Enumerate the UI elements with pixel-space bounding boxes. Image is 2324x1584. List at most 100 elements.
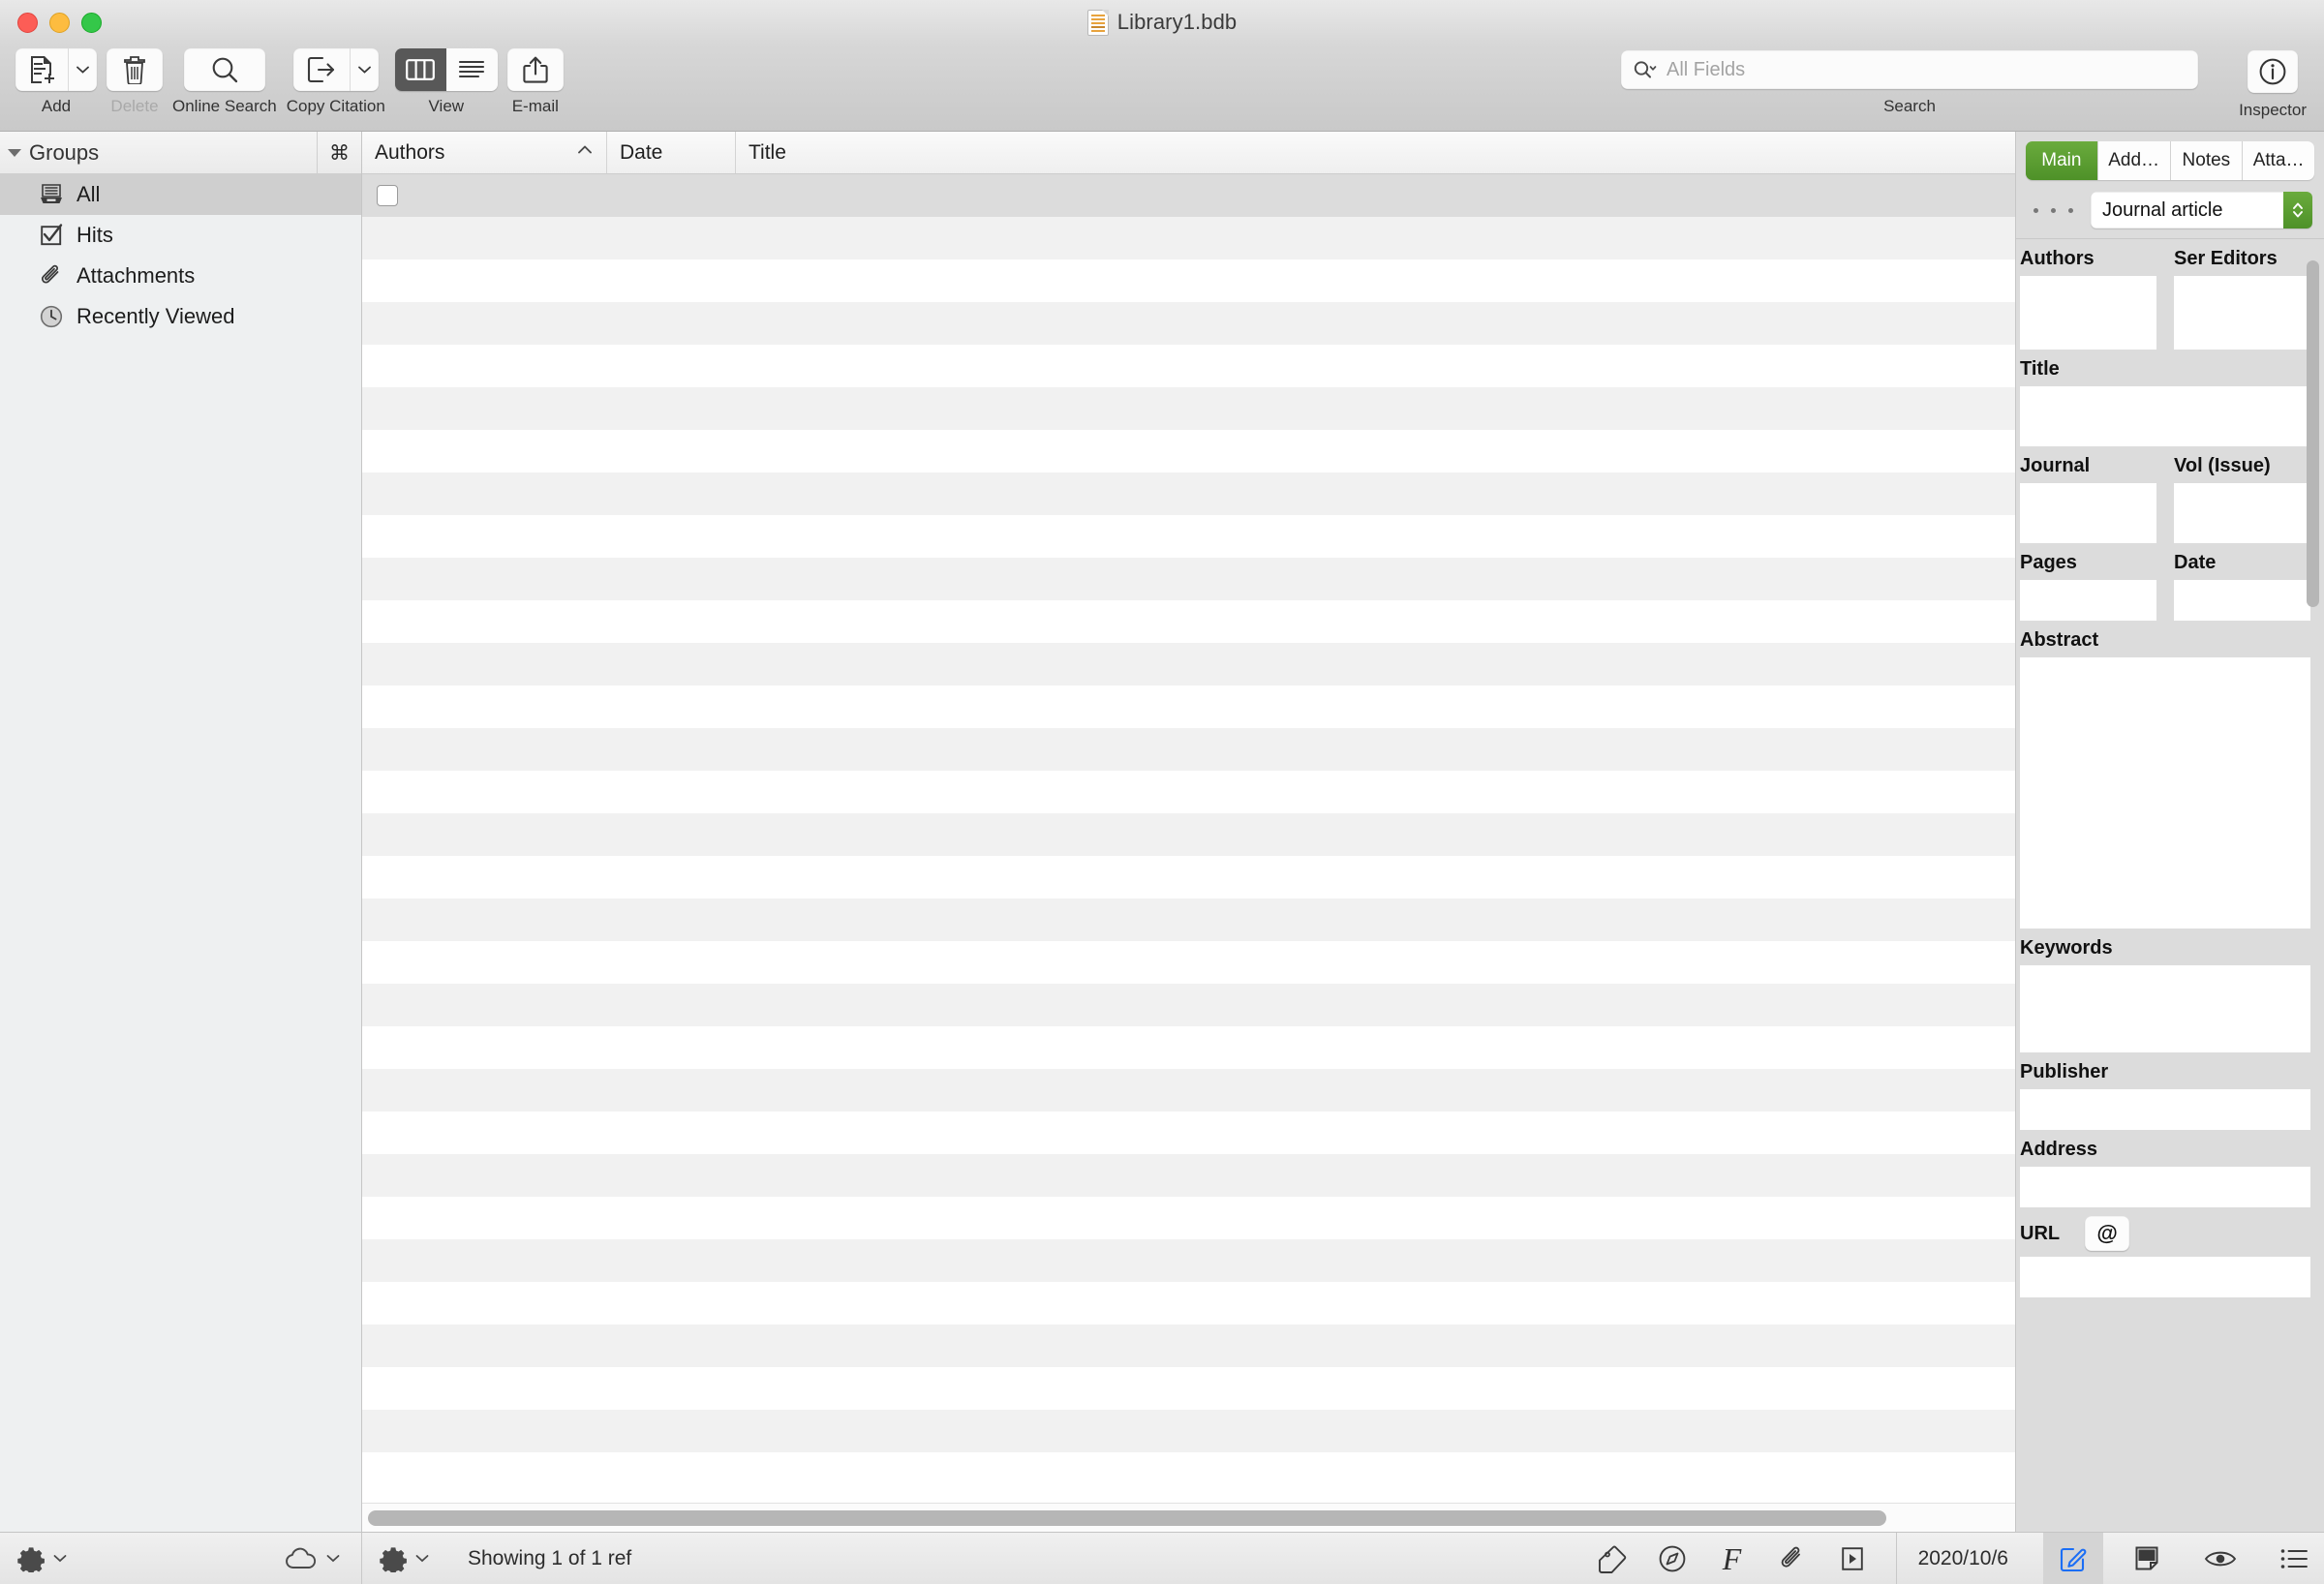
export-arrow-icon[interactable]	[293, 48, 350, 91]
minimize-button[interactable]	[49, 12, 70, 33]
delete-button[interactable]	[107, 48, 163, 91]
add-document-icon[interactable]	[15, 48, 68, 91]
view-list-icon[interactable]	[445, 48, 498, 91]
table-row-empty	[362, 345, 2015, 387]
gear-icon[interactable]	[17, 1545, 45, 1572]
font-f-icon[interactable]: F	[1702, 1533, 1762, 1584]
field-input-date[interactable]	[2174, 580, 2310, 621]
field-input-abstract[interactable]	[2020, 657, 2310, 929]
tab-attachments[interactable]: Atta…	[2243, 141, 2314, 180]
sidebar-item-attachments[interactable]: Attachments	[0, 256, 361, 296]
command-key-icon[interactable]: ⌘	[317, 132, 361, 174]
status-bar: Showing 1 of 1 ref F 2020/10/6	[0, 1532, 2324, 1584]
field-input-journal[interactable]	[2020, 483, 2156, 543]
table-row-empty	[362, 558, 2015, 600]
chevron-down-icon[interactable]	[326, 1554, 340, 1563]
field-label: URL	[2020, 1222, 2061, 1244]
tab-main[interactable]: Main	[2026, 141, 2098, 180]
field-url-header: URL @	[2020, 1207, 2310, 1257]
inspector-panel: Main Add… Notes Atta… Journal article Au…	[2016, 132, 2324, 1532]
sidebar-item-hits[interactable]: Hits	[0, 215, 361, 256]
play-box-icon[interactable]	[1822, 1533, 1882, 1584]
table-row-empty	[362, 643, 2015, 685]
library-all-icon	[39, 182, 64, 207]
table-horizontal-scrollbar[interactable]	[362, 1503, 2015, 1532]
chevron-down-icon[interactable]	[415, 1554, 429, 1563]
chevron-down-icon[interactable]	[53, 1554, 67, 1563]
table-row-empty	[362, 984, 2015, 1026]
inspector-fields-scroll[interactable]: Authors Ser Editors Title Journal Vol (I…	[2016, 238, 2324, 1532]
sidebar-action-menu[interactable]	[17, 1545, 67, 1572]
field-input-vol-issue[interactable]	[2174, 483, 2310, 543]
tag-icon[interactable]	[1582, 1533, 1642, 1584]
field-input-address[interactable]	[2020, 1167, 2310, 1207]
field-input-url[interactable]	[2020, 1257, 2310, 1297]
field-input-authors[interactable]	[2020, 276, 2156, 350]
bullet-list-icon[interactable]	[2264, 1533, 2324, 1584]
app-window: Library1.bdb Add Delete Online Search Co…	[0, 0, 2324, 1584]
field-input-ser-editors[interactable]	[2174, 276, 2310, 350]
view-segmented-control[interactable]	[394, 48, 498, 91]
tab-add[interactable]: Add…	[2097, 141, 2171, 180]
search-field[interactable]: All Fields	[1621, 50, 2198, 89]
field-journal: Journal	[2020, 446, 2156, 543]
reference-type-row: Journal article	[2016, 180, 2324, 238]
field-abstract: Abstract	[2020, 621, 2310, 929]
toolbar-item-online-search: Online Search	[172, 45, 277, 116]
eye-icon[interactable]	[2190, 1533, 2250, 1584]
window-controls	[0, 12, 102, 33]
document-icon	[1086, 9, 1109, 36]
more-options-dots[interactable]	[2030, 207, 2073, 213]
column-header-date[interactable]: Date	[607, 132, 736, 173]
table-row-empty	[362, 685, 2015, 728]
sort-ascending-icon	[577, 144, 593, 155]
field-input-publisher[interactable]	[2020, 1089, 2310, 1130]
close-button[interactable]	[17, 12, 38, 33]
column-header-authors[interactable]: Authors	[362, 132, 607, 173]
search-input[interactable]: All Fields	[1667, 59, 1745, 81]
cloud-sync-menu[interactable]	[285, 1547, 340, 1570]
inspector-scrollbar-thumb[interactable]	[2307, 260, 2319, 607]
zoom-button[interactable]	[81, 12, 102, 33]
popup-updown-arrows-icon[interactable]	[2283, 192, 2312, 228]
sidebar-title: Groups	[29, 139, 100, 165]
tab-notes[interactable]: Notes	[2170, 141, 2244, 180]
reference-type-value: Journal article	[2102, 198, 2223, 221]
field-label: Pages	[2020, 552, 2077, 573]
column-header-title[interactable]: Title	[736, 132, 2015, 173]
sidebar-item-all[interactable]: All	[0, 174, 361, 215]
copy-citation-button[interactable]	[292, 48, 379, 91]
row-checkbox[interactable]	[377, 185, 398, 206]
add-menu-chevron-down-icon[interactable]	[68, 48, 97, 91]
table-row-empty	[362, 1154, 2015, 1197]
paperclip-icon[interactable]	[1762, 1533, 1822, 1584]
trash-icon	[122, 55, 147, 84]
note-page-icon[interactable]	[2117, 1533, 2177, 1584]
scrollbar-thumb[interactable]	[368, 1509, 1886, 1526]
pencil-square-icon[interactable]	[2043, 1532, 2103, 1584]
inspector-button[interactable]	[2248, 50, 2299, 93]
field-input-title[interactable]	[2020, 386, 2310, 446]
field-label: Authors	[2020, 248, 2095, 269]
library-action-menu[interactable]	[380, 1545, 429, 1572]
window-title-group: Library1.bdb	[0, 0, 2324, 45]
inspector-tabs: Main Add… Notes Atta…	[2026, 141, 2314, 180]
cloud-icon[interactable]	[285, 1547, 318, 1570]
gear-icon[interactable]	[380, 1545, 407, 1572]
column-header-label: Date	[620, 140, 663, 164]
online-search-button[interactable]	[183, 48, 265, 91]
field-input-pages[interactable]	[2020, 580, 2156, 621]
sidebar-item-recently-viewed[interactable]: Recently Viewed	[0, 296, 361, 337]
reference-type-select[interactable]: Journal article	[2091, 192, 2312, 228]
copy-citation-menu-chevron-down-icon[interactable]	[349, 48, 379, 91]
view-columns-icon[interactable]	[394, 48, 446, 91]
status-bar-left	[0, 1532, 362, 1584]
email-button[interactable]	[506, 48, 564, 91]
add-button[interactable]	[15, 48, 97, 91]
table-row[interactable]	[362, 174, 2015, 217]
search-magnifier-icon[interactable]	[1633, 59, 1658, 80]
url-at-button[interactable]: @	[2085, 1216, 2130, 1251]
field-input-keywords[interactable]	[2020, 965, 2310, 1052]
compass-icon[interactable]	[1642, 1533, 1702, 1584]
disclosure-triangle-icon[interactable]	[8, 148, 21, 157]
